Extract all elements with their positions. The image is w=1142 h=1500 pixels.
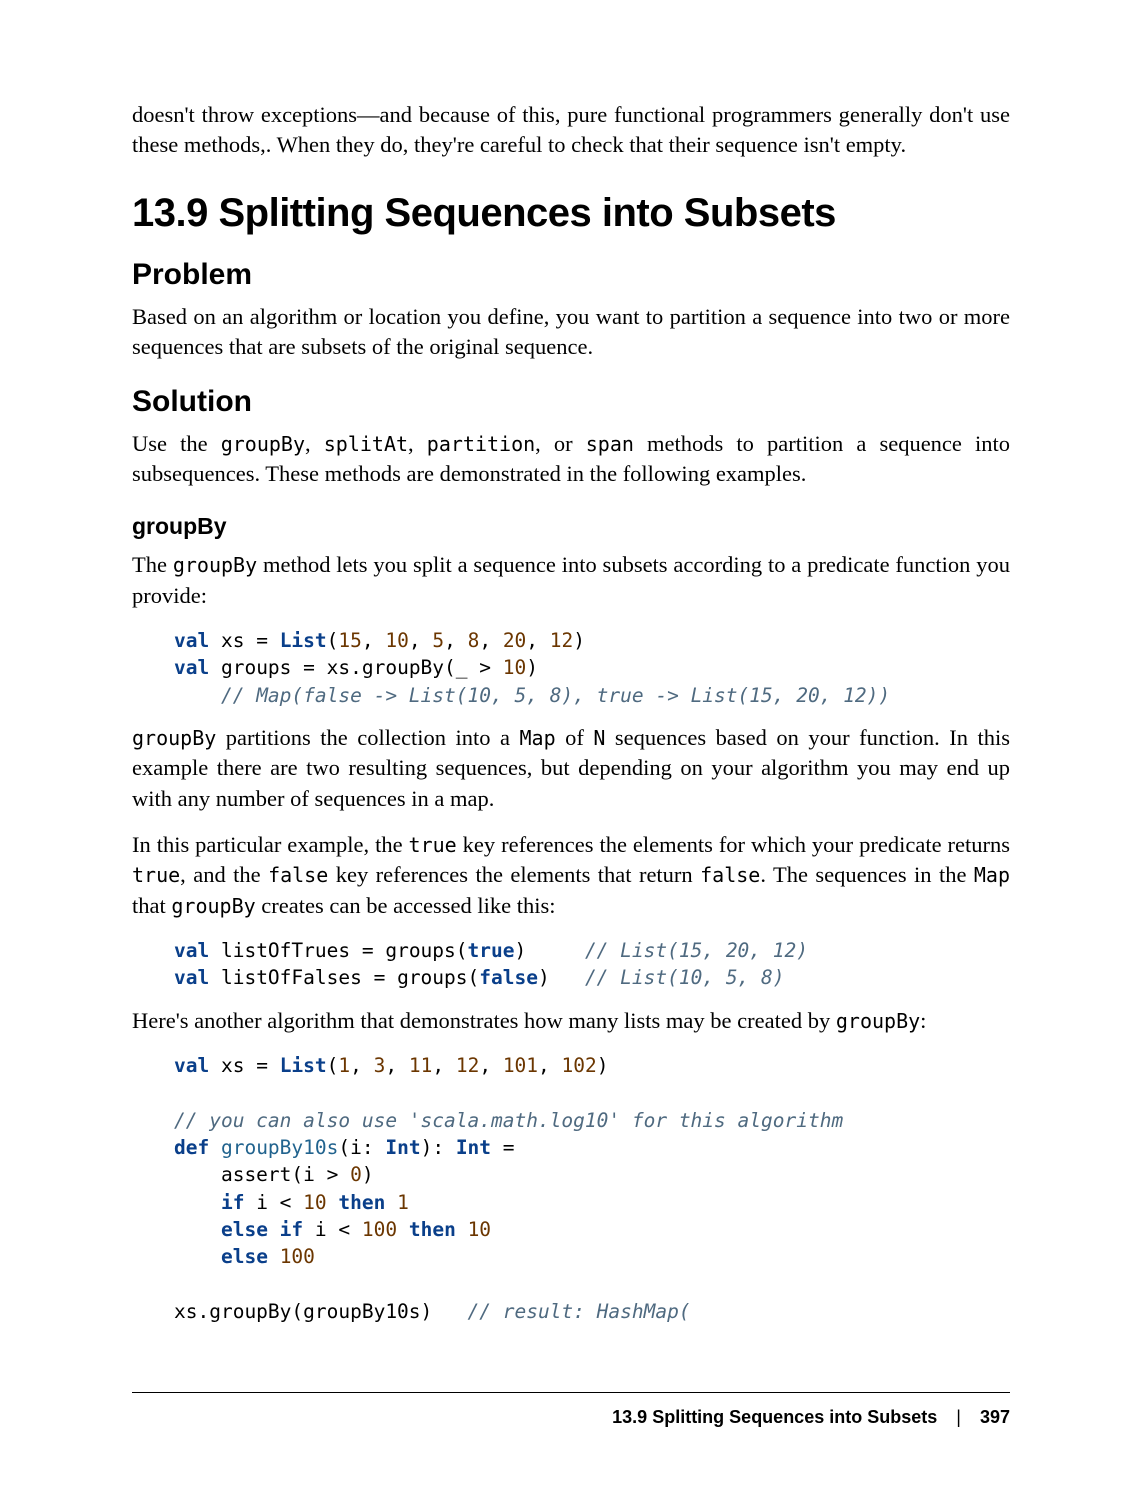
- code-false: false: [268, 863, 328, 887]
- code-groupBy: groupBy: [132, 726, 216, 750]
- intro-paragraph: doesn't throw exceptions—and because of …: [132, 100, 1010, 161]
- text: Here's another algorithm that demonstrat…: [132, 1008, 836, 1033]
- groupby-para4: Here's another algorithm that demonstrat…: [132, 1006, 1010, 1036]
- text: , and the: [180, 862, 268, 887]
- code-groupBy: groupBy: [836, 1009, 920, 1033]
- groupby-para3: In this particular example, the true key…: [132, 830, 1010, 921]
- text: method lets you split a sequence into su…: [132, 552, 1010, 607]
- groupby-heading: groupBy: [132, 513, 1010, 540]
- section-title: 13.9 Splitting Sequences into Subsets: [132, 191, 1010, 236]
- code-partition: partition: [427, 432, 535, 456]
- code-block-2: val listOfTrues = groups(true) // List(1…: [174, 937, 1010, 992]
- code-groupBy: groupBy: [173, 553, 257, 577]
- text: Use the: [132, 431, 221, 456]
- code-span: span: [586, 432, 634, 456]
- solution-text: Use the groupBy, splitAt, partition, or …: [132, 429, 1010, 490]
- problem-text: Based on an algorithm or location you de…: [132, 302, 1010, 363]
- page: doesn't throw exceptions—and because of …: [0, 0, 1142, 1500]
- code-block-3: val xs = List(1, 3, 11, 12, 101, 102) //…: [174, 1052, 1010, 1325]
- code-Map: Map: [974, 863, 1010, 887]
- text: key references the elements that return: [328, 862, 700, 887]
- text: The: [132, 552, 173, 577]
- text: of: [556, 725, 594, 750]
- code-N: N: [593, 726, 605, 750]
- problem-heading: Problem: [132, 258, 1010, 292]
- text: partitions the collection into a: [216, 725, 519, 750]
- text: creates can be accessed like this:: [256, 893, 556, 918]
- text: that: [132, 893, 171, 918]
- solution-heading: Solution: [132, 385, 1010, 419]
- footer-page-number: 397: [980, 1407, 1010, 1427]
- footer-section: 13.9 Splitting Sequences into Subsets: [612, 1407, 937, 1427]
- code-groupBy: groupBy: [171, 894, 255, 918]
- text: key references the elements for which yo…: [457, 832, 1010, 857]
- page-footer: 13.9 Splitting Sequences into Subsets | …: [132, 1392, 1010, 1428]
- code-splitAt: splitAt: [324, 432, 408, 456]
- groupby-para2: groupBy partitions the collection into a…: [132, 723, 1010, 814]
- text: :: [920, 1008, 926, 1033]
- code-true: true: [132, 863, 180, 887]
- code-Map: Map: [520, 726, 556, 750]
- text: In this particular example, the: [132, 832, 409, 857]
- code-false: false: [700, 863, 760, 887]
- footer-separator: |: [956, 1407, 961, 1428]
- code-true: true: [409, 833, 457, 857]
- text: . The sequences in the: [760, 862, 974, 887]
- groupby-para1: The groupBy method lets you split a sequ…: [132, 550, 1010, 611]
- code-block-1: val xs = List(15, 10, 5, 8, 20, 12) val …: [174, 627, 1010, 709]
- code-groupBy: groupBy: [221, 432, 305, 456]
